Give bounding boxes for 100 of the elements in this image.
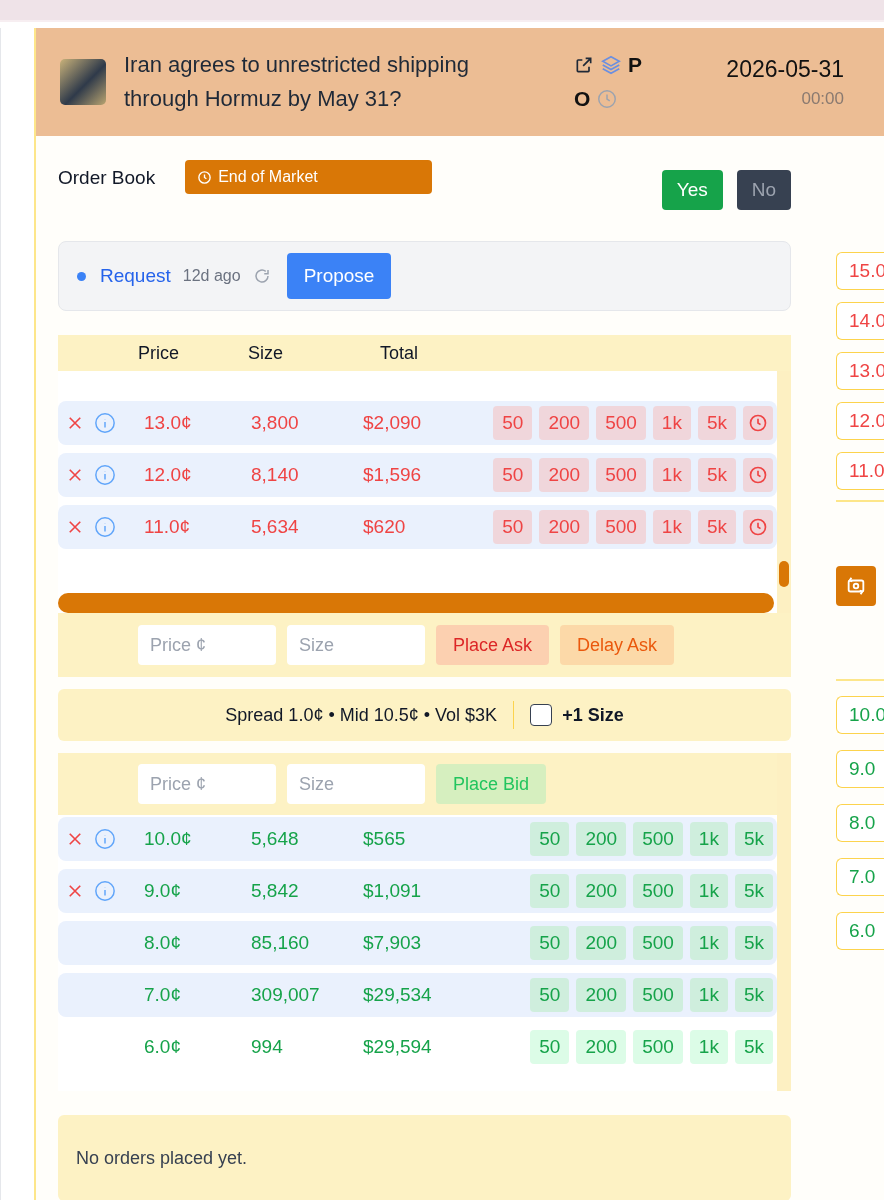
swap-icon <box>845 575 867 597</box>
refresh-icon[interactable] <box>252 267 271 285</box>
quick-size-button[interactable]: 500 <box>633 822 683 856</box>
layers-icon[interactable] <box>600 54 622 76</box>
quick-size-button[interactable]: 50 <box>530 1030 570 1064</box>
close-icon[interactable] <box>66 518 84 536</box>
order-button[interactable]: Place Bid <box>436 764 547 804</box>
close-icon[interactable] <box>66 414 84 432</box>
total-cell-text: $1,091 <box>363 880 423 902</box>
scrollbar-thumb[interactable] <box>779 561 789 587</box>
propose-button[interactable]: Propose <box>286 253 392 299</box>
quick-size-button[interactable]: 1k <box>689 822 728 856</box>
price-level-button[interactable]: 11.0 <box>836 452 884 490</box>
quick-size-button[interactable]: 50 <box>530 978 570 1012</box>
quick-size-button[interactable]: 5k <box>697 458 736 492</box>
quick-size-button[interactable]: 5k <box>734 1030 773 1064</box>
quick-size-button[interactable]: 50 <box>530 822 570 856</box>
quick-size-button[interactable]: 500 <box>596 510 646 544</box>
quick-size-button[interactable]: 1k <box>652 406 691 440</box>
info-icon[interactable] <box>94 880 116 902</box>
quick-size-button[interactable]: 5k <box>697 510 736 544</box>
total-cell-text: $29,534 <box>363 984 433 1006</box>
price-cell-text: 13.0¢ <box>144 412 193 434</box>
quick-size-button[interactable]: 50 <box>530 874 570 908</box>
checkbox[interactable] <box>530 704 553 726</box>
quick-size-button[interactable]: 200 <box>576 978 627 1012</box>
clock-icon[interactable] <box>596 88 619 110</box>
request-link[interactable]: Request <box>100 265 171 287</box>
info-icon[interactable] <box>94 828 116 850</box>
close-icon[interactable] <box>66 882 84 900</box>
delay-button[interactable] <box>743 406 773 440</box>
info-icon[interactable] <box>94 516 116 538</box>
size-input[interactable]: Size <box>287 625 425 665</box>
clock-icon <box>197 169 213 185</box>
quick-size-button[interactable]: 5k <box>734 874 773 908</box>
size-cell-text: 5,648 <box>251 828 300 850</box>
close-icon[interactable] <box>66 830 84 848</box>
status-text: End of Market <box>218 168 318 186</box>
quick-size-button[interactable]: 1k <box>652 510 691 544</box>
price-level-button[interactable]: 6.0 <box>836 912 884 950</box>
swap-button[interactable] <box>836 566 876 606</box>
section-title: Order Book <box>58 167 156 189</box>
quick-size-button[interactable]: 1k <box>652 458 691 492</box>
price-level-button[interactable]: 7.0 <box>836 858 884 896</box>
price-level-button[interactable]: 9.0 <box>836 750 884 788</box>
request-age: 12d ago <box>182 267 241 285</box>
price-cell-text: 10.0¢ <box>144 828 193 850</box>
quick-size-button[interactable]: 5k <box>697 406 736 440</box>
quick-size-button[interactable]: 1k <box>689 926 728 960</box>
quick-size-button[interactable]: 200 <box>576 822 627 856</box>
price-input[interactable]: Price ¢ <box>138 625 276 665</box>
quick-size-button[interactable]: 200 <box>576 1030 627 1064</box>
order-button[interactable]: Place Ask <box>436 625 550 665</box>
quick-size-button[interactable]: 1k <box>689 978 728 1012</box>
size-input[interactable]: Size <box>287 764 425 804</box>
quick-size-button[interactable]: 500 <box>633 978 683 1012</box>
quick-size-button[interactable]: 200 <box>576 926 627 960</box>
close-icon[interactable] <box>66 466 84 484</box>
size-cell-text: 3,800 <box>251 412 300 434</box>
price-cell-text: 9.0¢ <box>144 880 182 902</box>
quick-size-button[interactable]: 200 <box>539 406 590 440</box>
price-cell-text: 8.0¢ <box>144 932 182 954</box>
info-icon[interactable] <box>94 412 116 434</box>
quick-size-button[interactable]: 5k <box>734 822 773 856</box>
size-cell-text: 85,160 <box>251 932 311 954</box>
order-button[interactable]: Delay Ask <box>560 625 675 665</box>
external-link-icon[interactable] <box>574 55 594 75</box>
delay-button[interactable] <box>743 458 773 492</box>
delay-button[interactable] <box>743 510 773 544</box>
outcome-tab[interactable]: No <box>736 170 791 210</box>
quick-size-button[interactable]: 1k <box>689 874 728 908</box>
quick-size-button[interactable]: 500 <box>596 406 646 440</box>
quick-size-button[interactable]: 200 <box>539 458 590 492</box>
end-date: 2026-05-31 <box>725 55 844 83</box>
total-cell-text: $565 <box>363 828 407 850</box>
quick-size-button[interactable]: 5k <box>734 978 773 1012</box>
quick-size-button[interactable]: 200 <box>539 510 590 544</box>
horizontal-scrollbar[interactable] <box>58 593 774 613</box>
info-icon[interactable] <box>94 464 116 486</box>
clock-icon <box>748 465 768 485</box>
quick-size-button[interactable]: 50 <box>493 458 533 492</box>
quick-size-button[interactable]: 500 <box>633 1030 683 1064</box>
quick-size-button[interactable]: 500 <box>633 926 683 960</box>
quick-size-button[interactable]: 200 <box>576 874 627 908</box>
total-cell-text: $2,090 <box>363 412 423 434</box>
quick-size-button[interactable]: 50 <box>493 406 533 440</box>
quick-size-button[interactable]: 500 <box>596 458 646 492</box>
quick-size-button[interactable]: 50 <box>530 926 570 960</box>
quick-size-button[interactable]: 1k <box>689 1030 728 1064</box>
quick-size-button[interactable]: 50 <box>493 510 533 544</box>
size-cell-text: 5,634 <box>251 516 300 538</box>
quick-size-button[interactable]: 500 <box>633 874 683 908</box>
column-header: Total <box>380 342 419 364</box>
price-level-button[interactable]: 8.0 <box>836 804 884 842</box>
total-cell-text: $1,596 <box>363 464 423 486</box>
outcome-tab[interactable]: Yes <box>661 170 723 210</box>
size-cell-text: 994 <box>251 1036 284 1058</box>
price-input[interactable]: Price ¢ <box>138 764 276 804</box>
price-cell-text: 6.0¢ <box>144 1036 182 1058</box>
quick-size-button[interactable]: 5k <box>734 926 773 960</box>
